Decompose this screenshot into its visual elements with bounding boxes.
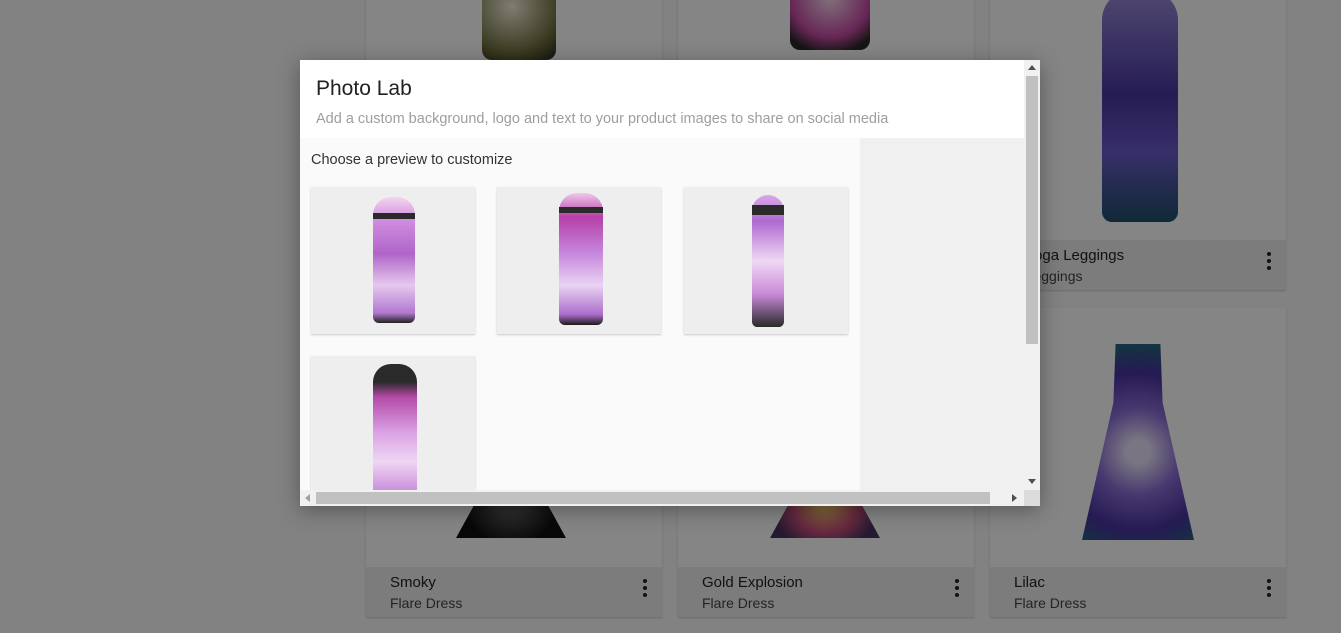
scroll-up-arrow-icon[interactable] xyxy=(1028,65,1036,70)
preview-thumbnail-front[interactable] xyxy=(311,187,475,334)
preview-thumbnail-side[interactable] xyxy=(684,187,848,334)
scroll-right-arrow-icon[interactable] xyxy=(1012,494,1017,502)
choose-preview-label: Choose a preview to customize xyxy=(311,152,513,168)
preview-chooser: Choose a preview to customize xyxy=(300,138,860,490)
horizontal-scrollbar[interactable] xyxy=(300,490,1024,506)
preview-thumbnail-front-low[interactable] xyxy=(311,356,475,490)
dialog-header: Photo Lab Add a custom background, logo … xyxy=(300,60,1024,138)
dialog-title: Photo Lab xyxy=(316,77,412,100)
preview-side-panel xyxy=(860,138,1024,490)
scroll-down-arrow-icon[interactable] xyxy=(1028,479,1036,484)
preview-thumbnail-back[interactable] xyxy=(497,187,661,334)
photo-lab-dialog: Photo Lab Add a custom background, logo … xyxy=(300,60,1040,506)
horizontal-scroll-thumb[interactable] xyxy=(316,492,990,504)
scrollbar-corner xyxy=(1024,490,1040,506)
dialog-subtitle: Add a custom background, logo and text t… xyxy=(316,111,889,127)
vertical-scroll-thumb[interactable] xyxy=(1026,76,1038,344)
scroll-left-arrow-icon[interactable] xyxy=(305,494,310,502)
vertical-scrollbar[interactable] xyxy=(1024,60,1040,490)
